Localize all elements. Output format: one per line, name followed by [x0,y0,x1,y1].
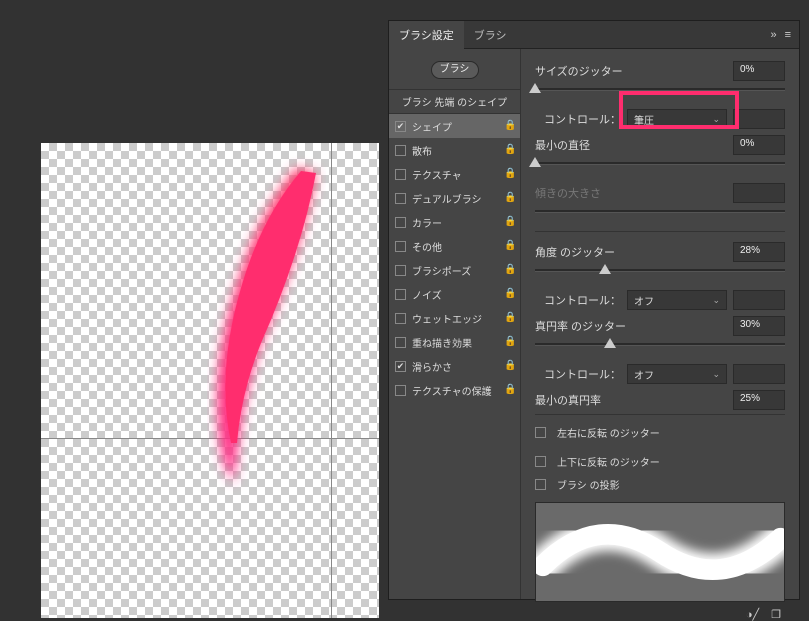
brush-preset-button[interactable]: ブラシ [431,61,479,79]
brush-tip-shape-label[interactable]: ブラシ 先端 のシェイプ [389,89,520,114]
option-11[interactable]: テクスチャの保護🔒 [389,378,520,402]
option-checkbox[interactable] [395,145,406,156]
min-diameter-value[interactable]: 0% [733,135,785,155]
option-checkbox[interactable] [395,265,406,276]
min-diameter-slider[interactable] [535,159,785,177]
roundness-jitter-label: 真円率 のジッター [535,318,725,334]
option-checkbox[interactable] [395,385,406,396]
control1-label: コントロール： [535,111,621,127]
tab-brush-settings[interactable]: ブラシ設定 [389,21,464,49]
brush-stroke [41,143,379,618]
new-preset-icon[interactable]: ❐ [771,608,781,621]
option-checkbox[interactable] [395,361,406,372]
option-label: シェイプ [412,119,504,134]
size-jitter-slider[interactable] [535,85,785,103]
toggle-preview-icon[interactable]: ◑╱ [746,608,759,621]
brush-projection-checkbox[interactable]: ブラシ の投影 [535,477,620,492]
angle-jitter-slider[interactable] [535,266,785,284]
option-label: カラー [412,215,504,230]
chevron-down-icon: ⌄ [712,369,720,380]
option-5[interactable]: その他🔒 [389,234,520,258]
size-jitter-label: サイズのジッター [535,63,725,79]
option-checkbox[interactable] [395,313,406,324]
lock-icon[interactable]: 🔒 [504,312,514,324]
tilt-scale-label: 傾きの大きさ [535,185,725,201]
option-10[interactable]: 滑らかさ🔒 [389,354,520,378]
option-checkbox[interactable] [395,169,406,180]
option-8[interactable]: ウェットエッジ🔒 [389,306,520,330]
menu-icon[interactable]: ≡ [785,29,791,41]
option-7[interactable]: ノイズ🔒 [389,282,520,306]
control3-label: コントロール： [535,366,621,382]
lock-icon[interactable]: 🔒 [504,144,514,156]
lock-icon[interactable]: 🔒 [504,120,514,132]
shape-dynamics-controls: サイズのジッター 0% コントロール： 筆圧⌄ 最小の直径 0% [521,49,799,599]
size-jitter-value[interactable]: 0% [733,61,785,81]
option-0[interactable]: シェイプ🔒 [389,114,520,138]
flip-y-checkbox[interactable]: 上下に反転 のジッター [535,454,660,469]
lock-icon[interactable]: 🔒 [504,240,514,252]
option-label: ウェットエッジ [412,311,504,326]
lock-icon[interactable]: 🔒 [504,336,514,348]
brush-settings-panel: ブラシ設定 ブラシ » ≡ ブラシ ブラシ 先端 のシェイプ シェイプ🔒散布🔒テ… [388,20,800,600]
lock-icon[interactable]: 🔒 [504,360,514,372]
control3-dropdown[interactable]: オフ⌄ [627,364,727,384]
option-checkbox[interactable] [395,193,406,204]
option-2[interactable]: テクスチャ🔒 [389,162,520,186]
min-roundness-value[interactable]: 25% [733,390,785,410]
lock-icon[interactable]: 🔒 [504,216,514,228]
control2-label: コントロール： [535,292,621,308]
lock-icon[interactable]: 🔒 [504,168,514,180]
option-4[interactable]: カラー🔒 [389,210,520,234]
brush-preview [535,502,785,602]
tab-brushes[interactable]: ブラシ [464,21,517,49]
chevron-down-icon: ⌄ [712,114,720,125]
option-label: 重ね描き効果 [412,335,504,350]
option-label: デュアルブラシ [412,191,504,206]
option-checkbox[interactable] [395,289,406,300]
control1-extra [733,109,785,129]
lock-icon[interactable]: 🔒 [504,384,514,396]
min-diameter-label: 最小の直径 [535,137,725,153]
option-label: テクスチャ [412,167,504,182]
option-checkbox[interactable] [395,121,406,132]
option-label: ノイズ [412,287,504,302]
control2-dropdown[interactable]: オフ⌄ [627,290,727,310]
tilt-scale-slider [535,207,785,225]
option-3[interactable]: デュアルブラシ🔒 [389,186,520,210]
option-checkbox[interactable] [395,337,406,348]
option-label: その他 [412,239,504,254]
option-label: 滑らかさ [412,359,504,374]
chevron-down-icon: ⌄ [712,295,720,306]
option-label: 散布 [412,143,504,158]
canvas[interactable] [41,143,379,618]
lock-icon[interactable]: 🔒 [504,288,514,300]
option-label: テクスチャの保護 [412,383,504,398]
option-1[interactable]: 散布🔒 [389,138,520,162]
control3-extra [733,364,785,384]
collapse-icon[interactable]: » [770,29,776,41]
option-label: ブラシポーズ [412,263,504,278]
lock-icon[interactable]: 🔒 [504,264,514,276]
panel-header: ブラシ設定 ブラシ » ≡ [389,21,799,49]
angle-jitter-value[interactable]: 28% [733,242,785,262]
options-sidebar: ブラシ ブラシ 先端 のシェイプ シェイプ🔒散布🔒テクスチャ🔒デュアルブラシ🔒カ… [389,49,521,599]
control1-dropdown[interactable]: 筆圧⌄ [627,109,727,129]
option-checkbox[interactable] [395,241,406,252]
control2-extra [733,290,785,310]
option-checkbox[interactable] [395,217,406,228]
tilt-scale-value [733,183,785,203]
angle-jitter-label: 角度 のジッター [535,244,725,260]
min-roundness-label: 最小の真円率 [535,392,725,408]
roundness-jitter-value[interactable]: 30% [733,316,785,336]
roundness-jitter-slider[interactable] [535,340,785,358]
option-9[interactable]: 重ね描き効果🔒 [389,330,520,354]
option-6[interactable]: ブラシポーズ🔒 [389,258,520,282]
lock-icon[interactable]: 🔒 [504,192,514,204]
flip-x-checkbox[interactable]: 左右に反転 のジッター [535,425,660,440]
